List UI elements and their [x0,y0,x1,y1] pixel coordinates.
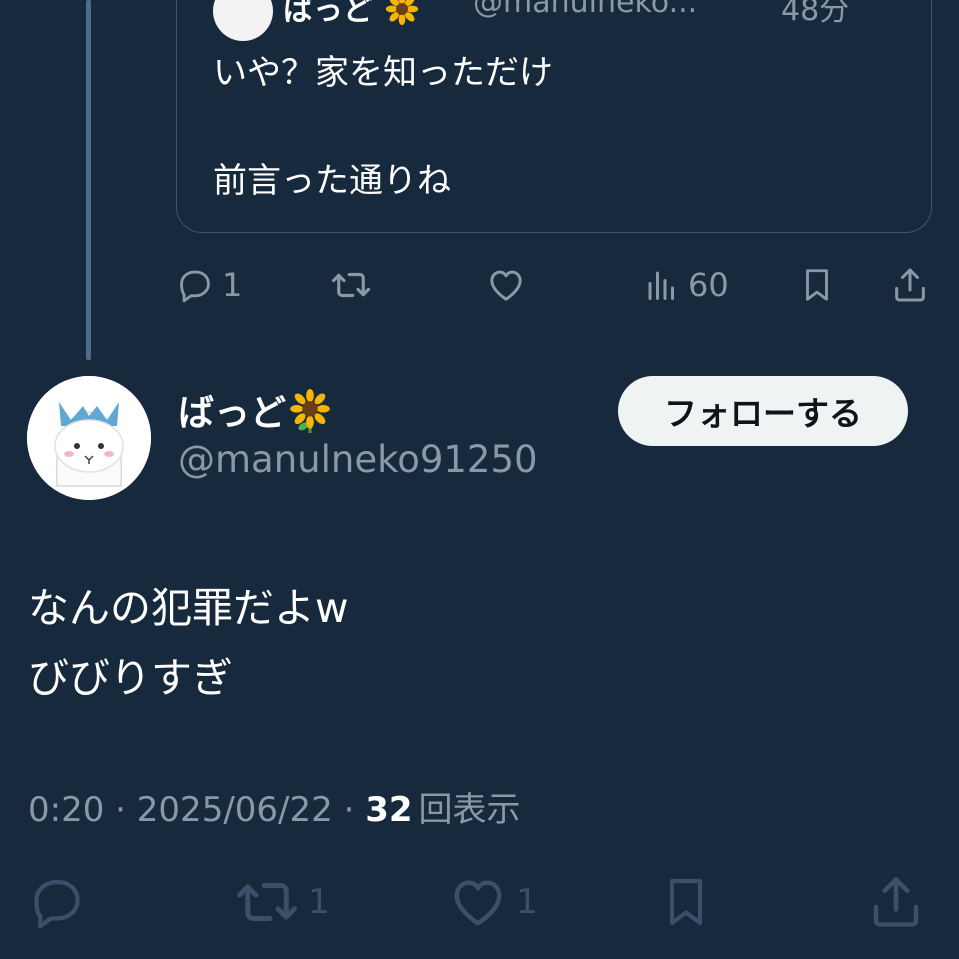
tweet-text-line-2: びびりすぎ [28,654,233,702]
sunflower-icon [290,389,330,433]
bookmark-icon [669,878,703,926]
quoted-author-name: ばっど [283,0,419,29]
retweet-icon [237,883,297,921]
author-handle[interactable]: @manulneko91250 [178,438,538,481]
views-icon [648,271,674,300]
sunflower-icon [386,0,419,26]
retweet-button[interactable] [330,262,372,308]
like-button[interactable] [486,262,526,308]
like-button[interactable]: 1 [448,872,538,932]
quoted-author-handle: @manulneko... [473,0,698,20]
views-count: 60 [688,266,729,304]
share-button[interactable] [866,872,926,932]
tweet-time[interactable]: 0:20 [28,790,104,830]
views-total: 32 [365,790,413,830]
quoted-author-avatar[interactable] [213,0,273,41]
share-icon [895,268,925,302]
quoted-tweet-card[interactable]: ばっど @manulneko... 48分 いや？家を知っただけ 前言った通りね [176,0,932,233]
author-avatar[interactable] [27,376,151,500]
reply-button[interactable]: 1 [176,262,242,308]
retweet-icon [331,272,371,298]
tweet-date[interactable]: 2025/06/22 [137,790,333,830]
previous-tweet-actions: 1 60 [0,262,959,308]
bookmark-icon [806,269,828,301]
reply-button[interactable] [28,872,86,932]
retweet-count: 1 [308,882,330,922]
bookmark-button[interactable] [798,262,836,308]
retweet-button[interactable]: 1 [234,872,330,932]
tweet-text-line-1: なんの犯罪だよw [28,584,349,632]
reply-count: 1 [222,266,243,304]
quoted-text-line-3: 前言った通りね [213,161,451,201]
tweet-actions: 1 1 [0,872,959,932]
bookmark-button[interactable] [658,872,714,932]
tweet-metadata: 0:20 · 2025/06/22 · 32 回表示 [28,782,521,831]
like-icon [454,880,502,926]
follow-button[interactable]: フォローする [618,376,908,446]
cat-avatar-icon [27,376,151,500]
author-name[interactable]: ばっど [178,384,332,436]
views-button[interactable]: 60 [644,262,729,308]
share-icon [873,877,919,927]
reply-icon [180,270,210,303]
share-button[interactable] [890,262,930,308]
like-count: 1 [516,882,538,922]
views-label: 回表示 [418,790,521,830]
like-icon [490,270,522,301]
quoted-text-line-1: いや？家を知っただけ [213,53,553,93]
reply-icon [34,880,80,929]
quoted-timestamp: 48分 [781,0,850,28]
meta-separator: · [104,790,137,830]
meta-separator-2: · [332,790,366,830]
